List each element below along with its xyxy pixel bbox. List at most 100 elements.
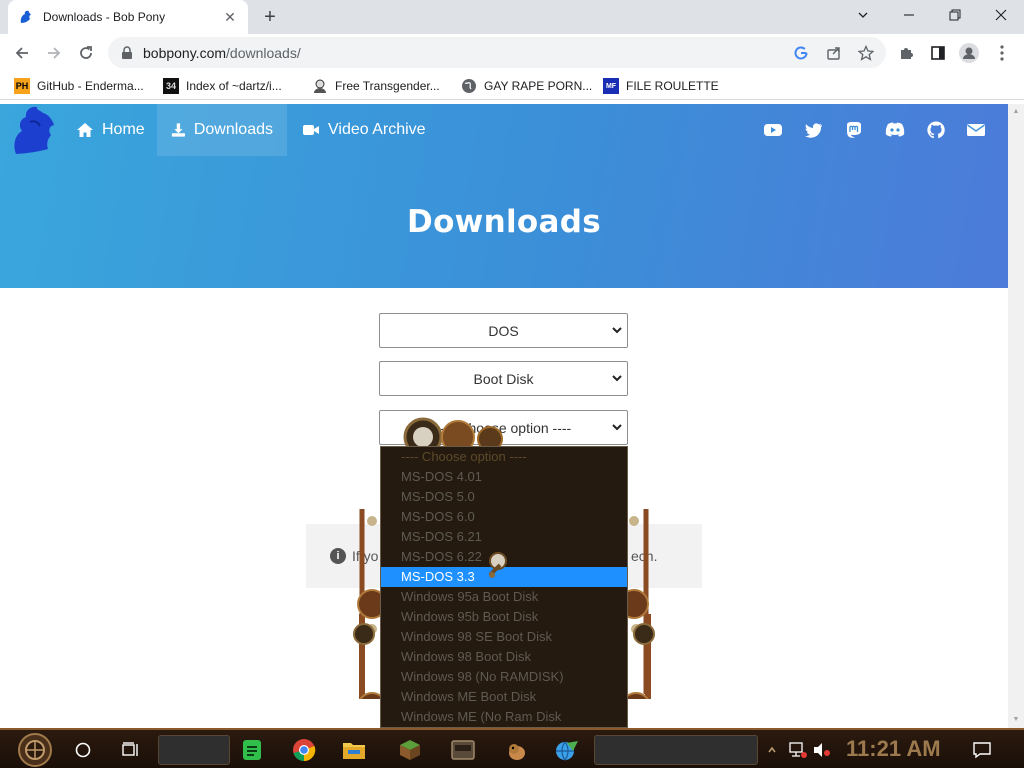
globe-icon: [461, 78, 477, 94]
taskbar: 11:21 AM: [0, 728, 1024, 768]
left-pipe-decoration: [353, 509, 382, 694]
forward-button[interactable]: [39, 38, 69, 68]
lock-icon: [122, 45, 132, 59]
home-icon: [77, 123, 93, 137]
task-view-icon[interactable]: [116, 736, 144, 764]
chevron-down-icon: [612, 327, 622, 334]
dropdown-option[interactable]: Windows 98 SE Boot Disk: [381, 627, 627, 647]
nav-downloads[interactable]: Downloads: [157, 104, 287, 156]
back-button[interactable]: [7, 38, 37, 68]
avatar-favicon: [312, 78, 328, 94]
bookmark-label: GAY RAPE PORN...: [484, 79, 593, 93]
file-roulette-favicon: MF: [603, 78, 619, 94]
info-icon: i: [330, 548, 346, 564]
dropdown-option[interactable]: Windows 98 (No RAMDISK): [381, 667, 627, 687]
url-text: bobpony.com/downloads/: [143, 45, 301, 61]
dropdown-option[interactable]: Windows ME Boot Disk: [381, 687, 627, 707]
youtube-icon[interactable]: [764, 121, 782, 139]
chevron-down-icon: [612, 375, 622, 382]
os-select[interactable]: DOS: [379, 313, 628, 348]
profile-avatar-icon[interactable]: [958, 42, 980, 64]
url-host: bobpony.com: [143, 44, 227, 61]
mouse-cursor-icon: [488, 552, 507, 578]
minimize-button[interactable]: [886, 0, 932, 30]
nav-downloads-label: Downloads: [193, 121, 273, 138]
download-icon: [171, 123, 186, 137]
page-scrollbar[interactable]: ▲ ▼: [1008, 104, 1024, 728]
spotify-icon[interactable]: [238, 736, 266, 764]
github-favicon: PH: [14, 78, 30, 94]
notifications-icon[interactable]: [968, 736, 996, 764]
nav-video-archive-label: Video Archive: [328, 121, 426, 138]
nav-home-label: Home: [102, 121, 145, 138]
side-panel-icon[interactable]: [927, 42, 949, 64]
active-tab[interactable]: Downloads - Bob Pony ✕: [8, 0, 248, 34]
taskbar-search-slot[interactable]: [158, 735, 230, 765]
version-dropdown-list[interactable]: ---- Choose option ---- MS-DOS 4.01 MS-D…: [380, 446, 628, 728]
scroll-down-arrow-icon[interactable]: ▼: [1008, 712, 1024, 728]
close-tab-icon[interactable]: ✕: [222, 9, 238, 25]
mastodon-icon[interactable]: [845, 121, 863, 139]
type-select[interactable]: Boot Disk: [379, 361, 628, 396]
google-icon[interactable]: [792, 44, 810, 62]
page-title: Downloads: [407, 204, 601, 240]
nav-video-archive[interactable]: Video Archive: [288, 104, 440, 156]
hero-banner: Home Downloads Video Archive Downloads: [0, 104, 1008, 288]
right-pipe-decoration: [626, 509, 655, 694]
dropdown-option[interactable]: MS-DOS 5.0: [381, 487, 627, 507]
bookmark-github[interactable]: PH GitHub - Enderma...: [14, 77, 144, 95]
browser-toolbar: bobpony.com/downloads/: [0, 34, 1024, 72]
new-tab-button[interactable]: +: [258, 6, 282, 30]
dropdown-option[interactable]: MS-DOS 6.21: [381, 527, 627, 547]
share-icon[interactable]: [825, 44, 843, 62]
extensions-icon[interactable]: [895, 42, 917, 64]
bookmark-label: FILE ROULETTE: [626, 79, 719, 93]
start-button[interactable]: [14, 732, 56, 768]
taskbar-empty-slot: [594, 735, 758, 765]
pony-icon[interactable]: [503, 736, 531, 764]
taskbar-clock[interactable]: 11:21 AM: [846, 736, 941, 762]
discord-icon[interactable]: [885, 121, 905, 139]
twitter-icon[interactable]: [805, 121, 823, 139]
bookmark-label: Index of ~dartz/i...: [186, 79, 282, 93]
tab-strip: Downloads - Bob Pony ✕ +: [0, 0, 1024, 34]
file-explorer-icon[interactable]: [340, 736, 368, 764]
type-select-value: Boot Disk: [473, 370, 534, 387]
bookmark-index[interactable]: 34 Index of ~dartz/i...: [163, 77, 282, 95]
email-icon[interactable]: [967, 121, 985, 139]
os-select-value: DOS: [488, 322, 519, 339]
volume-muted-icon[interactable]: [808, 736, 836, 764]
dropdown-option[interactable]: ---- Choose option ----: [381, 447, 627, 467]
network-app-icon[interactable]: [552, 736, 580, 764]
dropdown-option[interactable]: Windows 95b Boot Disk: [381, 607, 627, 627]
dropdown-option[interactable]: MS-DOS 6.0: [381, 507, 627, 527]
address-bar[interactable]: bobpony.com/downloads/: [108, 37, 886, 68]
game-icon[interactable]: [449, 736, 477, 764]
dropdown-option[interactable]: Windows ME (No Ram Disk: [381, 707, 627, 727]
dropdown-option[interactable]: Windows 95a Boot Disk: [381, 587, 627, 607]
dropdown-option[interactable]: Windows 98 Boot Disk: [381, 647, 627, 667]
restore-button[interactable]: [932, 0, 978, 30]
scroll-up-arrow-icon[interactable]: ▲: [1008, 104, 1024, 120]
close-window-button[interactable]: [978, 0, 1024, 30]
url-path: /downloads/: [226, 44, 301, 61]
show-hidden-icons-chevron-icon[interactable]: [764, 736, 780, 764]
browser-menu-icon[interactable]: [991, 42, 1013, 64]
chrome-icon[interactable]: [290, 736, 318, 764]
bookmark-star-icon[interactable]: [857, 44, 875, 62]
reload-button[interactable]: [71, 38, 101, 68]
bookmark-free-transgender[interactable]: Free Transgender...: [312, 77, 440, 95]
tab-search-chevron-icon[interactable]: [840, 0, 886, 30]
bookmark-globe[interactable]: GAY RAPE PORN...: [461, 77, 592, 95]
bobpony-favicon: [20, 10, 31, 23]
index-favicon: 34: [163, 78, 179, 94]
minecraft-icon[interactable]: [396, 736, 424, 764]
bobpony-logo[interactable]: [10, 104, 60, 156]
github-icon[interactable]: [927, 121, 945, 139]
dropdown-option[interactable]: MS-DOS 4.01: [381, 467, 627, 487]
cortana-circle-icon[interactable]: [69, 736, 97, 764]
tab-title: Downloads - Bob Pony: [43, 10, 166, 24]
bookmark-file-roulette[interactable]: MF FILE ROULETTE: [603, 77, 719, 95]
video-icon: [303, 125, 319, 135]
nav-home[interactable]: Home: [62, 104, 159, 156]
